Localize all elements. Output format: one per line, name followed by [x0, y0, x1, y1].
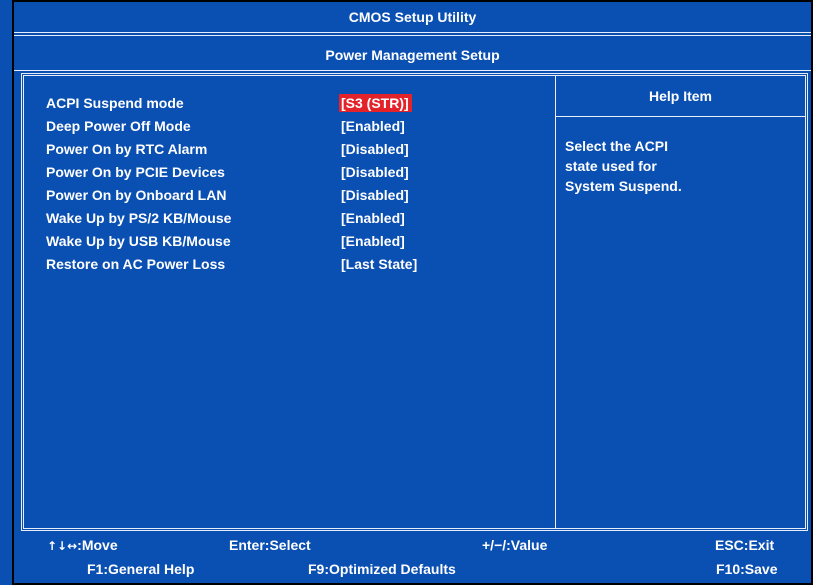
- bios-screen: CMOS Setup Utility Power Management Setu…: [0, 0, 813, 585]
- subtitle-bar: Power Management Setup: [14, 39, 811, 70]
- setting-value[interactable]: [Disabled]: [339, 186, 412, 204]
- setting-value[interactable]: [Enabled]: [339, 117, 408, 135]
- setting-wake-up-ps2[interactable]: Wake Up by PS/2 KB/Mouse [Enabled]: [46, 206, 420, 229]
- setting-value[interactable]: [Enabled]: [339, 232, 408, 250]
- page-title: Power Management Setup: [325, 46, 500, 63]
- footer-move-label: :Move: [77, 537, 118, 553]
- help-title: Help Item: [648, 88, 712, 104]
- arrow-keys-icon: ↑↓↔: [47, 539, 78, 553]
- settings-panel: ACPI Suspend mode [S3 (STR)] Deep Power …: [21, 73, 808, 531]
- subtitle-divider: [14, 70, 811, 71]
- setting-label: Power On by Onboard LAN: [46, 186, 227, 203]
- footer-f1: F1:General Help: [87, 561, 195, 577]
- title-divider-2: [14, 35, 811, 36]
- help-line: System Suspend.: [565, 178, 682, 194]
- settings-list: ACPI Suspend mode [S3 (STR)] Deep Power …: [46, 91, 420, 275]
- setting-restore-ac-power-loss[interactable]: Restore on AC Power Loss [Last State]: [46, 252, 420, 275]
- help-line: state used for: [565, 158, 657, 174]
- key-help-footer: ↑↓↔:Move Enter:Select +/−/:Value ESC:Exi…: [14, 531, 811, 583]
- setting-value-selected[interactable]: [S3 (STR)]: [339, 93, 412, 112]
- setting-label: ACPI Suspend mode: [46, 94, 184, 111]
- help-header: Help Item: [556, 76, 805, 117]
- footer-esc: ESC:Exit: [715, 537, 775, 553]
- title-divider: [14, 32, 811, 33]
- app-title: CMOS Setup Utility: [348, 9, 477, 25]
- setting-value[interactable]: [Disabled]: [339, 140, 412, 158]
- setting-value[interactable]: [Last State]: [339, 255, 420, 273]
- setting-value[interactable]: [Disabled]: [339, 163, 412, 181]
- setting-power-on-pcie-devices[interactable]: Power On by PCIE Devices [Disabled]: [46, 160, 420, 183]
- help-divider: [555, 76, 556, 528]
- footer-enter: Enter:Select: [229, 537, 311, 553]
- footer-move: ↑↓↔:Move: [47, 537, 118, 553]
- setting-label: Wake Up by PS/2 KB/Mouse: [46, 209, 232, 226]
- setting-wake-up-usb[interactable]: Wake Up by USB KB/Mouse [Enabled]: [46, 229, 420, 252]
- help-text: Select the ACPI state used for System Su…: [565, 136, 765, 196]
- frame-border-left: [12, 0, 14, 585]
- setting-label: Restore on AC Power Loss: [46, 255, 226, 272]
- setting-label: Wake Up by USB KB/Mouse: [46, 232, 231, 249]
- setting-acpi-suspend-mode[interactable]: ACPI Suspend mode [S3 (STR)]: [46, 91, 420, 114]
- setting-power-on-onboard-lan[interactable]: Power On by Onboard LAN [Disabled]: [46, 183, 420, 206]
- setting-label: Deep Power Off Mode: [46, 117, 191, 134]
- title-bar: CMOS Setup Utility: [14, 2, 811, 32]
- setting-power-on-rtc-alarm[interactable]: Power On by RTC Alarm [Disabled]: [46, 137, 420, 160]
- footer-f9: F9:Optimized Defaults: [308, 561, 456, 577]
- setting-deep-power-off-mode[interactable]: Deep Power Off Mode [Enabled]: [46, 114, 420, 137]
- setting-value[interactable]: [Enabled]: [339, 209, 408, 227]
- footer-f10: F10:Save: [716, 561, 778, 577]
- setting-label: Power On by PCIE Devices: [46, 163, 225, 180]
- help-line: Select the ACPI: [565, 138, 668, 154]
- footer-value: +/−/:Value: [482, 537, 548, 553]
- setting-label: Power On by RTC Alarm: [46, 140, 208, 157]
